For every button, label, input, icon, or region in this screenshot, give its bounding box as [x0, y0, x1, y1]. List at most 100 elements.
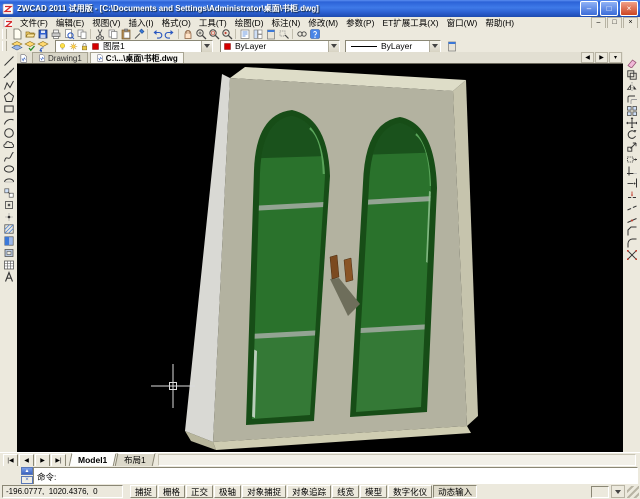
doc-minimize-button[interactable]: – [591, 17, 606, 29]
layer-thaw-sun-icon[interactable] [69, 42, 78, 51]
layer-combobox[interactable]: 图层1 [55, 40, 213, 53]
layout1-tab[interactable]: 布局1 [115, 453, 156, 467]
menu-help[interactable]: 帮助(H) [481, 17, 518, 29]
layer-states-manager-button[interactable] [23, 40, 36, 52]
erase-button[interactable] [625, 56, 638, 68]
menu-parametric[interactable]: 参数(P) [342, 17, 378, 29]
point-button[interactable] [2, 210, 15, 222]
quick-select-button[interactable] [277, 28, 290, 40]
tab-first-button[interactable]: |◀ [3, 454, 18, 467]
layer-dropdown-arrow[interactable] [201, 41, 212, 52]
scale-button[interactable] [625, 140, 638, 152]
save-button[interactable] [36, 28, 49, 40]
explode-button[interactable] [625, 248, 638, 260]
mirror-button[interactable] [625, 80, 638, 92]
copy-button[interactable] [106, 28, 119, 40]
open-button[interactable] [23, 28, 36, 40]
lineweight-settings-button[interactable] [445, 40, 458, 52]
properties-button[interactable] [238, 28, 251, 40]
toolbar-grip[interactable] [2, 29, 7, 39]
lineweight-toggle[interactable]: 线宽 [332, 485, 359, 498]
find-button[interactable] [295, 28, 308, 40]
stretch-button[interactable] [625, 152, 638, 164]
move-button[interactable] [625, 116, 638, 128]
circle-button[interactable] [2, 126, 15, 138]
construction-line-button[interactable] [2, 66, 15, 78]
tab-next-button[interactable]: ▶ [35, 454, 50, 467]
line-button[interactable] [2, 54, 15, 66]
restore-button[interactable]: □ [600, 1, 618, 16]
gradient-button[interactable] [2, 234, 15, 246]
revision-cloud-button[interactable] [2, 138, 15, 150]
help-button[interactable] [308, 28, 321, 40]
chamfer-button[interactable] [625, 224, 638, 236]
menu-file[interactable]: 文件(F) [16, 17, 52, 29]
arc-button[interactable] [2, 114, 15, 126]
color-dropdown-arrow[interactable] [328, 41, 339, 52]
rectangle-button[interactable] [2, 102, 15, 114]
menu-view[interactable]: 视图(V) [88, 17, 124, 29]
region-button[interactable] [2, 246, 15, 258]
insert-block-button[interactable] [2, 186, 15, 198]
break-at-point-button[interactable] [625, 188, 638, 200]
publish-button[interactable] [75, 28, 88, 40]
tablet-toggle[interactable]: 数字化仪 [388, 485, 432, 498]
polygon-button[interactable] [2, 90, 15, 102]
resize-grip[interactable] [627, 486, 639, 498]
tab-prev-button[interactable]: ◀ [19, 454, 34, 467]
osnap-toggle[interactable]: 对象捕捉 [242, 485, 286, 498]
doc-close-button[interactable]: × [623, 17, 638, 29]
doc-tab-drawing1[interactable]: Drawing1 [32, 52, 88, 63]
command-close-button[interactable]: × [21, 476, 33, 484]
layer-lock-icon[interactable] [80, 42, 89, 51]
ellipse-button[interactable] [2, 162, 15, 174]
tool-palettes-button[interactable] [264, 28, 277, 40]
match-properties-button[interactable] [132, 28, 145, 40]
table-button[interactable] [2, 258, 15, 270]
layer-on-bulb-icon[interactable] [58, 42, 67, 51]
print-preview-button[interactable] [62, 28, 75, 40]
menu-draw[interactable]: 绘图(D) [231, 17, 268, 29]
pan-realtime-button[interactable] [181, 28, 194, 40]
break-button[interactable] [625, 200, 638, 212]
offset-button[interactable] [625, 92, 638, 104]
trim-button[interactable] [625, 164, 638, 176]
menu-dimension[interactable]: 标注(N) [268, 17, 305, 29]
layer-properties-manager-button[interactable] [10, 40, 23, 52]
otrack-toggle[interactable]: 对象追踪 [287, 485, 331, 498]
polar-toggle[interactable]: 极轴 [214, 485, 241, 498]
command-scroll-up-button[interactable]: ▲ [21, 467, 33, 475]
menu-format[interactable]: 格式(O) [158, 17, 195, 29]
join-button[interactable] [625, 212, 638, 224]
ortho-toggle[interactable]: 正交 [186, 485, 213, 498]
zoom-realtime-button[interactable] [194, 28, 207, 40]
new-button[interactable] [10, 28, 23, 40]
horizontal-scrollbar[interactable] [158, 454, 636, 466]
toolbar-grip[interactable] [2, 41, 7, 51]
status-menu-button[interactable] [611, 485, 625, 498]
make-block-button[interactable] [2, 198, 15, 210]
grid-toggle[interactable]: 栅格 [158, 485, 185, 498]
tab-scroll-left-button[interactable]: ◀ [581, 52, 594, 63]
extend-button[interactable] [625, 176, 638, 188]
minimize-button[interactable]: – [580, 1, 598, 16]
cut-button[interactable] [93, 28, 106, 40]
dynamic-input-toggle[interactable]: 动态输入 [433, 485, 477, 498]
menu-window[interactable]: 窗口(W) [443, 17, 482, 29]
menu-insert[interactable]: 插入(I) [125, 17, 158, 29]
zoom-previous-button[interactable] [220, 28, 233, 40]
paste-button[interactable] [119, 28, 132, 40]
linetype-combobox[interactable]: ByLayer [345, 40, 441, 53]
hatch-button[interactable] [2, 222, 15, 234]
polyline-button[interactable] [2, 78, 15, 90]
rotate-button[interactable] [625, 128, 638, 140]
copy-object-button[interactable] [625, 68, 638, 80]
doc-restore-button[interactable]: □ [607, 17, 622, 29]
app-menu-icon[interactable] [3, 18, 12, 27]
menu-modify[interactable]: 修改(M) [304, 17, 342, 29]
drawing-viewport[interactable] [17, 63, 623, 453]
new-drawing-tab-button[interactable] [17, 53, 30, 63]
array-button[interactable] [625, 104, 638, 116]
color-combobox[interactable]: ByLayer [220, 40, 340, 53]
menu-edit[interactable]: 编辑(E) [52, 17, 88, 29]
